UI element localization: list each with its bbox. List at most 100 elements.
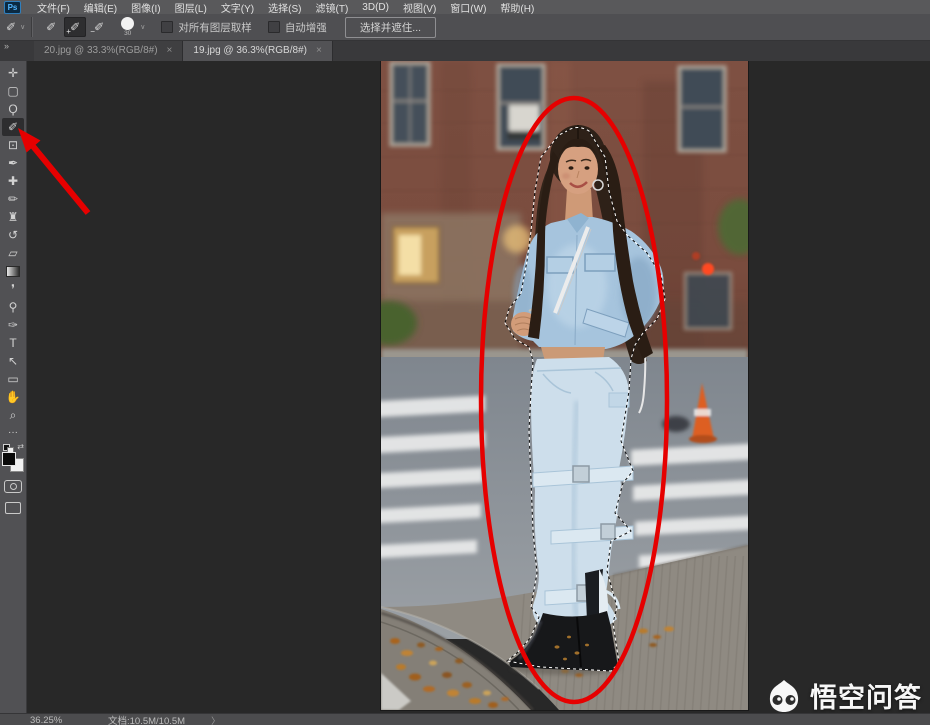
photoshop-window: Ps 文件(F) 编辑(E) 图像(I) 图层(L) 文字(Y) 选择(S) 滤…: [0, 0, 930, 725]
tool-preset-picker[interactable]: ✐ ∨: [6, 20, 25, 34]
menu-file[interactable]: 文件(F): [30, 0, 77, 15]
menu-window[interactable]: 窗口(W): [443, 0, 493, 15]
dodge-icon: ⚲: [9, 301, 18, 313]
status-popup-chevron-icon[interactable]: 〉: [211, 714, 220, 725]
healing-brush-tool[interactable]: ✚: [2, 172, 24, 190]
move-tool[interactable]: ✛: [2, 64, 24, 82]
edit-toolbar-button[interactable]: ···: [2, 424, 24, 442]
clone-stamp-icon: ♜: [8, 211, 19, 223]
cursor-arrow-icon: ↖: [8, 355, 18, 367]
menu-image[interactable]: 图像(I): [124, 0, 167, 15]
blur-tool[interactable]: ❜: [2, 280, 24, 298]
document-size-info: 文档:10.5M/10.5M: [108, 713, 185, 725]
history-brush-tool[interactable]: ↺: [2, 226, 24, 244]
close-icon[interactable]: ×: [316, 45, 322, 56]
dodge-tool[interactable]: ⚲: [2, 298, 24, 316]
shape-tool[interactable]: ▭: [2, 370, 24, 388]
hand-icon: ✋: [6, 391, 21, 403]
quick-mask-icon: [10, 483, 17, 490]
zoom-level-field[interactable]: 36.25%: [30, 715, 82, 725]
zoom-tool[interactable]: ⌕: [2, 406, 24, 424]
lasso-icon: Ϙ: [8, 103, 17, 115]
subtract-from-selection-button[interactable]: ✐ −: [88, 17, 110, 37]
menu-layer[interactable]: 图层(L): [168, 0, 214, 15]
color-swatches: ⇄: [1, 444, 25, 472]
separator: [31, 17, 33, 37]
hand-tool[interactable]: ✋: [2, 388, 24, 406]
gradient-tool[interactable]: [2, 262, 24, 280]
menu-edit[interactable]: 编辑(E): [77, 0, 124, 15]
history-brush-icon: ↺: [8, 229, 18, 241]
menu-view[interactable]: 视图(V): [396, 0, 443, 15]
sample-all-layers-label: 对所有图层取样: [178, 20, 252, 35]
rectangle-icon: ▭: [7, 373, 18, 385]
path-selection-tool[interactable]: ↖: [2, 352, 24, 370]
screen-mode-button[interactable]: [5, 502, 21, 514]
chevron-down-icon: ∨: [20, 23, 25, 31]
watermark: 悟空问答: [764, 676, 922, 715]
swap-colors-icon[interactable]: ⇄: [17, 442, 24, 451]
crop-tool[interactable]: ⊡: [2, 136, 24, 154]
tab-20jpg[interactable]: 20.jpg @ 33.3%(RGB/8#) ×: [34, 40, 183, 61]
ellipsis-icon: ···: [8, 428, 18, 438]
brush-size-value: 30: [124, 31, 131, 38]
menu-type[interactable]: 文字(Y): [214, 0, 261, 15]
water-drop-icon: ❜: [11, 283, 15, 295]
move-icon: ✛: [8, 67, 18, 79]
new-selection-button[interactable]: ✐: [40, 17, 62, 37]
menu-select[interactable]: 选择(S): [261, 0, 308, 15]
auto-enhance-label: 自动增强: [285, 20, 327, 35]
menu-3d[interactable]: 3D(D): [355, 2, 396, 13]
minus-badge-icon: −: [90, 27, 95, 36]
plus-badge-icon: +: [66, 27, 71, 36]
foreground-color-swatch[interactable]: [2, 452, 16, 466]
menu-filter[interactable]: 滤镜(T): [309, 0, 356, 15]
brush-preview-icon: [121, 17, 134, 30]
brush-icon: ✏: [8, 193, 18, 205]
toolbar-collapse-icon[interactable]: »: [0, 40, 34, 61]
eraser-tool[interactable]: ▱: [2, 244, 24, 262]
pen-nib-icon: ✑: [8, 319, 18, 331]
lasso-tool[interactable]: Ϙ: [2, 100, 24, 118]
watermark-text: 悟空问答: [810, 676, 922, 715]
gradient-icon: [6, 266, 20, 277]
tab-label: 19.jpg @ 36.3%(RGB/8#): [193, 45, 307, 56]
crop-icon: ⊡: [8, 139, 18, 151]
marquee-icon: ▢: [7, 85, 18, 97]
close-icon[interactable]: ×: [167, 45, 173, 56]
brush-icon: ✐: [46, 20, 56, 34]
tools-panel: ✛ ▢ Ϙ ✐ ⊡ ✒ ✚ ✏ ♜ ↺ ▱ ❜ ⚲ ✑ T ↖ ▭ ✋ ⌕ ··…: [0, 61, 26, 716]
brush-tool[interactable]: ✏: [2, 190, 24, 208]
document-tab-bar: » 20.jpg @ 33.3%(RGB/8#) × 19.jpg @ 36.3…: [0, 40, 930, 61]
photoshop-logo-icon: Ps: [4, 1, 21, 14]
marquee-tool[interactable]: ▢: [2, 82, 24, 100]
brush-size-picker[interactable]: 30: [121, 17, 134, 38]
quick-selection-icon: ✐: [8, 121, 18, 133]
eraser-icon: ▱: [8, 247, 17, 259]
eyedropper-tool[interactable]: ✒: [2, 154, 24, 172]
add-to-selection-button[interactable]: ✐ +: [64, 17, 86, 37]
sample-all-layers-checkbox[interactable]: [161, 21, 173, 33]
select-and-mask-button[interactable]: 选择并遮住...: [345, 17, 436, 38]
quick-mask-button[interactable]: [4, 480, 22, 493]
eyedropper-icon: ✒: [8, 157, 18, 169]
tab-label: 20.jpg @ 33.3%(RGB/8#): [44, 45, 158, 56]
photo-canvas[interactable]: [381, 61, 748, 710]
pen-tool[interactable]: ✑: [2, 316, 24, 334]
type-icon: T: [9, 337, 16, 349]
brush-icon: ✐: [70, 20, 80, 34]
menu-help[interactable]: 帮助(H): [493, 0, 541, 15]
brush-icon: ✐: [94, 20, 104, 34]
quick-select-brush-icon: ✐: [6, 20, 16, 34]
healing-brush-icon: ✚: [8, 175, 18, 187]
type-tool[interactable]: T: [2, 334, 24, 352]
photo-image: [381, 61, 748, 710]
tool-options-bar: ✐ ∨ ✐ ✐ + ✐ − 30 ∨ 对所有图层取样 自动增强 选择并遮住...: [0, 14, 930, 41]
wukong-logo-icon: [764, 678, 804, 714]
tab-19jpg[interactable]: 19.jpg @ 36.3%(RGB/8#) ×: [183, 40, 332, 61]
auto-enhance-checkbox[interactable]: [268, 21, 280, 33]
clone-stamp-tool[interactable]: ♜: [2, 208, 24, 226]
magnifier-icon: ⌕: [10, 409, 17, 421]
menu-bar: Ps 文件(F) 编辑(E) 图像(I) 图层(L) 文字(Y) 选择(S) 滤…: [0, 0, 930, 14]
quick-selection-tool[interactable]: ✐: [2, 118, 24, 136]
